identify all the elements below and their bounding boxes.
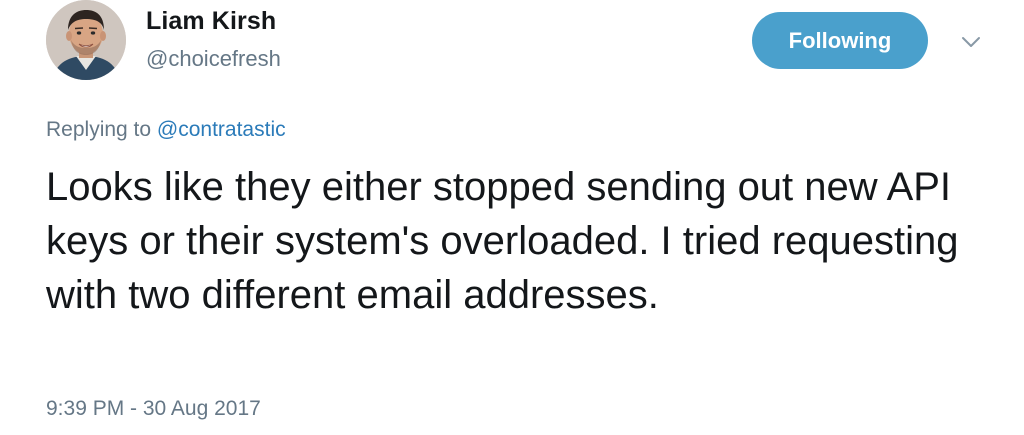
- profile-photo-icon: [46, 0, 126, 80]
- replying-to-label: Replying to: [46, 118, 152, 141]
- avatar[interactable]: [46, 0, 126, 80]
- following-button[interactable]: Following: [752, 12, 928, 69]
- display-name[interactable]: Liam Kirsh: [146, 6, 281, 36]
- tweet-menu-button[interactable]: [954, 30, 988, 54]
- chevron-down-icon: [962, 37, 980, 47]
- reply-mention-link[interactable]: @contratastic: [157, 118, 286, 141]
- tweet-card: Liam Kirsh @choicefresh Following Replyi…: [0, 0, 1024, 435]
- replying-to: Replying to @contratastic: [46, 117, 286, 143]
- tweet-text: Looks like they either stopped sending o…: [46, 165, 959, 317]
- user-info: Liam Kirsh @choicefresh: [146, 6, 281, 72]
- user-handle[interactable]: @choicefresh: [146, 46, 281, 72]
- tweet-timestamp[interactable]: 9:39 PM - 30 Aug 2017: [46, 396, 261, 422]
- tweet-header: Liam Kirsh @choicefresh Following: [46, 0, 1006, 90]
